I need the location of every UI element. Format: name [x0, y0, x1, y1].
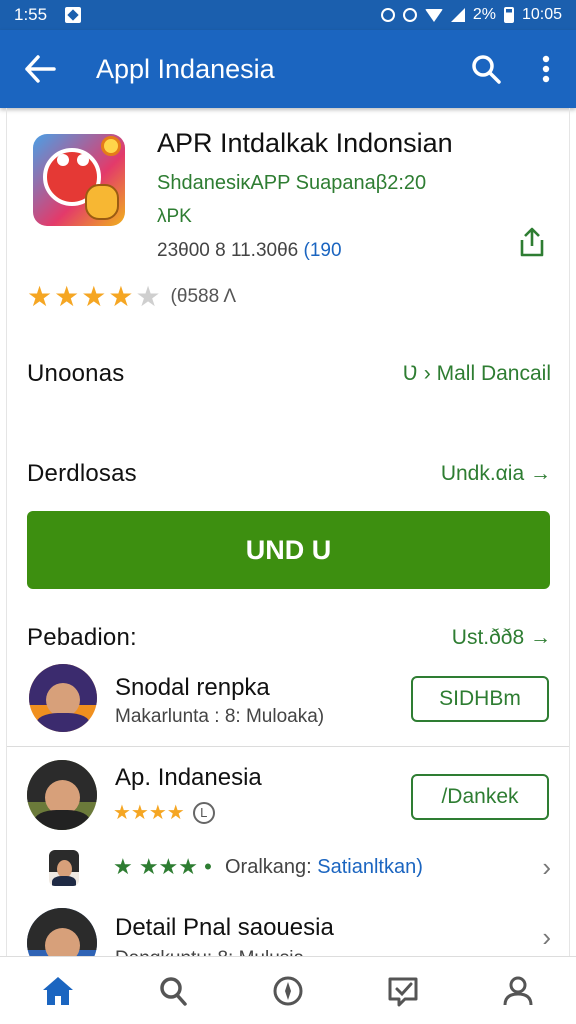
app-meta-text: 23θ00 8 11.30θ6: [157, 240, 304, 261]
avatar: [49, 850, 79, 886]
app-meta-highlight[interactable]: (190: [304, 240, 342, 261]
app-rating: ★ ★ ★ ★ ★ (θ588 Λ: [27, 280, 236, 313]
status-time: 1:55: [14, 5, 48, 24]
list-item-highlight: Satianltkan): [317, 856, 423, 878]
downloads-label: Derdlosas: [27, 460, 137, 487]
battery-percent: 2%: [472, 6, 496, 23]
badge-icon: L: [192, 801, 215, 824]
notification-icon: [65, 7, 82, 23]
home-icon: [42, 976, 73, 1005]
list-item-subtitle: Dangkuntu: 8: Mulusia: [115, 948, 304, 956]
updates-label: Unoonas: [27, 360, 125, 387]
status-bar: 1:55 2% 10:05: [0, 0, 576, 30]
list-item-name: Snodal renpka: [115, 674, 270, 701]
arrow-left-icon: [25, 55, 56, 83]
status-clock: 10:05: [521, 6, 562, 23]
app-detail-content: APR Intdalkak Indonsian ShdanesiĸAPP Sua…: [6, 108, 570, 956]
share-icon: [520, 227, 544, 257]
bottom-navigation: [0, 956, 576, 1024]
more-vertical-icon: [542, 55, 550, 83]
list-item-rating: ★★★★ L: [113, 800, 215, 825]
item-action-button[interactable]: /Dankek: [411, 774, 549, 820]
nav-search[interactable]: [143, 966, 203, 1016]
list-item-subtitle: Makarlunta : 8: Muloaka): [115, 706, 325, 727]
avatar: [27, 908, 97, 956]
star-rating-icon: ★★★★: [113, 802, 185, 824]
search-icon: [472, 55, 501, 84]
chevron-right-icon[interactable]: ›: [542, 852, 551, 883]
share-button[interactable]: [517, 226, 547, 258]
compass-icon: [273, 976, 303, 1005]
overflow-menu-button[interactable]: [516, 55, 576, 83]
app-developer[interactable]: ShdanesiĸAPP Suapanaβ2:20: [157, 172, 426, 195]
sync-icon: [402, 8, 417, 22]
star-icon: ★: [27, 281, 53, 312]
search-button[interactable]: [456, 54, 516, 84]
downloads-link[interactable]: Undk.αia →: [441, 462, 551, 486]
updates-link[interactable]: Ʋ › Mall Dancail: [403, 362, 551, 386]
star-half-icon: ★: [135, 281, 161, 312]
alarm-icon: [380, 8, 395, 22]
list-item-text: Oralkang: Satianltkan): [225, 856, 423, 879]
profile-icon: [503, 976, 533, 1005]
app-title: APR Intdalkak Indonsian: [157, 128, 453, 158]
rating-count: (θ588 Λ: [170, 285, 237, 307]
item-action-button[interactable]: SIDHBm: [411, 676, 549, 722]
app-type: λPK: [157, 206, 192, 227]
nav-explore[interactable]: [258, 966, 318, 1016]
chevron-right-icon[interactable]: ›: [542, 922, 551, 953]
app-bar-title: Appl Indanesia: [96, 53, 275, 84]
nav-tasks[interactable]: [373, 966, 433, 1016]
list-item-prefix: Oralkang:: [225, 856, 318, 878]
app-bar: Appl Indanesia: [0, 30, 576, 108]
star-icon: ★: [54, 281, 80, 312]
list-item-rating: ★ ★★★ •: [113, 854, 212, 879]
app-meta: 23θ00 8 11.30θ6 (190: [157, 240, 342, 262]
avatar: [27, 760, 97, 830]
wifi-icon: [424, 8, 443, 22]
star-icon: ★: [81, 281, 107, 312]
battery-icon: [503, 7, 514, 23]
recommendations-label: Pebadion:: [27, 624, 137, 651]
list-item-name: Ap. Indanesia: [115, 764, 262, 791]
checkbox-icon: [388, 977, 418, 1006]
signal-icon: [450, 8, 465, 22]
app-icon: [33, 134, 125, 226]
star-icon: ★: [108, 281, 134, 312]
list-item-name: Detail Pnal saouesia: [115, 914, 334, 941]
nav-profile[interactable]: [488, 966, 548, 1016]
avatar: [29, 664, 97, 732]
nav-home[interactable]: [28, 966, 88, 1016]
recommendations-link[interactable]: Ust.ðð8 →: [452, 626, 551, 650]
divider: [7, 746, 569, 747]
search-icon: [160, 976, 187, 1006]
back-button[interactable]: [0, 55, 80, 83]
primary-download-button[interactable]: UND U: [27, 511, 550, 589]
